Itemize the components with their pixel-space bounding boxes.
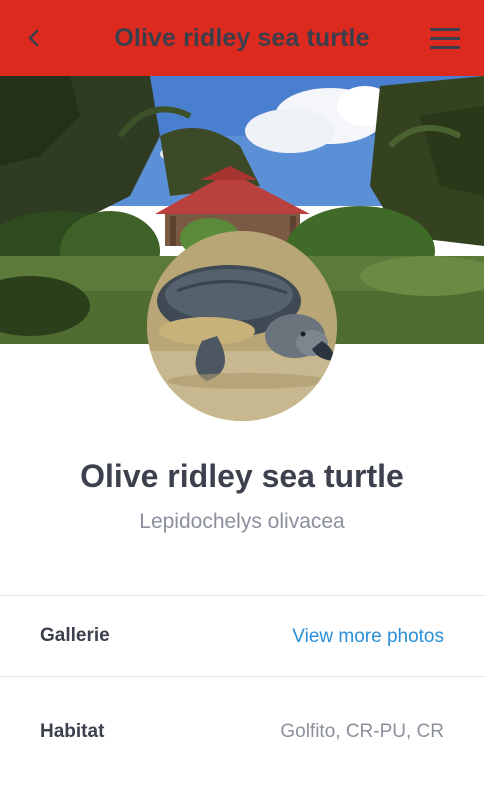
species-detail-screen: Olive ridley sea turtle Olive ridley sea…: [0, 0, 484, 800]
species-avatar[interactable]: [147, 231, 337, 421]
top-app-bar: Olive ridley sea turtle: [0, 0, 484, 76]
habitat-label: Habitat: [40, 721, 105, 742]
view-more-photos-link[interactable]: View more photos: [292, 626, 444, 648]
hamburger-menu-icon: [430, 28, 460, 49]
menu-button[interactable]: [428, 24, 462, 52]
page-title: Olive ridley sea turtle: [114, 24, 370, 52]
habitat-value: Golfito, CR-PU, CR: [280, 721, 444, 742]
gallery-label: Gallerie: [40, 625, 110, 646]
habitat-row: Habitat Golfito, CR-PU, CR: [0, 677, 484, 757]
species-common-name: Olive ridley sea turtle: [80, 458, 404, 494]
species-scientific-name: Lepidochelys olivacea: [139, 510, 345, 533]
gallery-row: Gallerie View more photos: [0, 596, 484, 676]
